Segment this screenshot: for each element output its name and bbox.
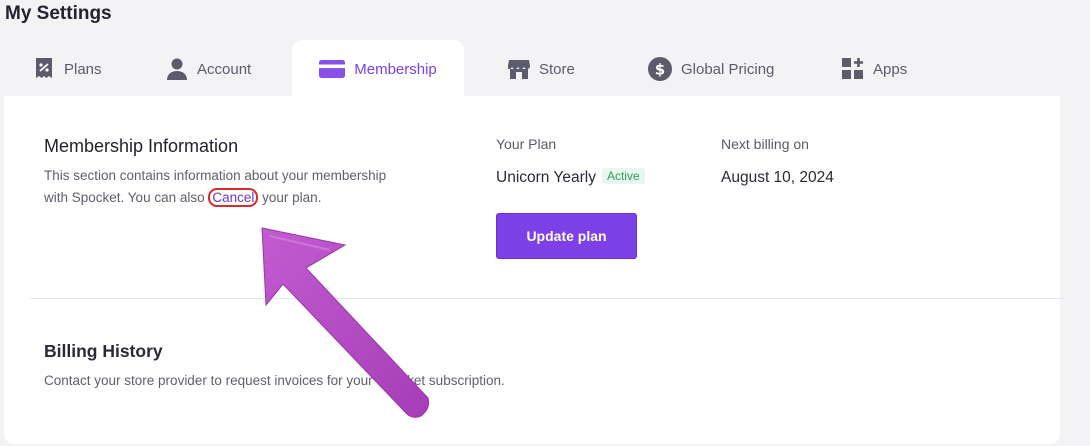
tab-label: Account	[197, 60, 252, 78]
billing-history-title: Billing History	[44, 341, 163, 361]
plan-name: Unicorn Yearly Active	[496, 168, 645, 187]
tab-membership[interactable]: Membership	[292, 40, 464, 98]
tab-apps[interactable]: Apps	[842, 40, 907, 98]
tab-store[interactable]: Store	[508, 40, 575, 98]
update-plan-button[interactable]: Update plan	[496, 213, 637, 259]
section-divider	[30, 298, 1064, 299]
svg-text:$: $	[655, 61, 665, 79]
billing-history-description: Contact your store provider to request i…	[44, 373, 505, 388]
settings-tabs: Plans Account Membership Store $ Global …	[0, 40, 1090, 98]
cancel-plan-link[interactable]: Cancel	[208, 188, 259, 207]
tab-plans[interactable]: Plans	[33, 40, 102, 98]
tab-account[interactable]: Account	[166, 40, 251, 98]
storefront-icon	[508, 58, 530, 80]
your-plan-label: Your Plan	[496, 136, 557, 152]
tab-label: Membership	[354, 60, 437, 78]
credit-card-icon	[319, 58, 346, 80]
status-badge: Active	[601, 168, 645, 184]
membership-description: This section contains information about …	[44, 168, 387, 207]
receipt-icon	[33, 58, 55, 80]
user-icon	[166, 58, 188, 80]
next-billing-date: August 10, 2024	[721, 169, 834, 186]
tab-label: Plans	[64, 60, 102, 78]
apps-grid-plus-icon	[842, 58, 864, 80]
tab-label: Store	[539, 60, 575, 78]
page-title: My Settings	[5, 3, 112, 24]
dollar-circle-icon: $	[648, 57, 672, 81]
tab-label: Apps	[873, 60, 908, 78]
next-billing-label: Next billing on	[721, 136, 809, 152]
tab-global-pricing[interactable]: $ Global Pricing	[648, 40, 774, 98]
tab-label: Global Pricing	[681, 60, 775, 78]
membership-section-title: Membership Information	[44, 136, 239, 156]
